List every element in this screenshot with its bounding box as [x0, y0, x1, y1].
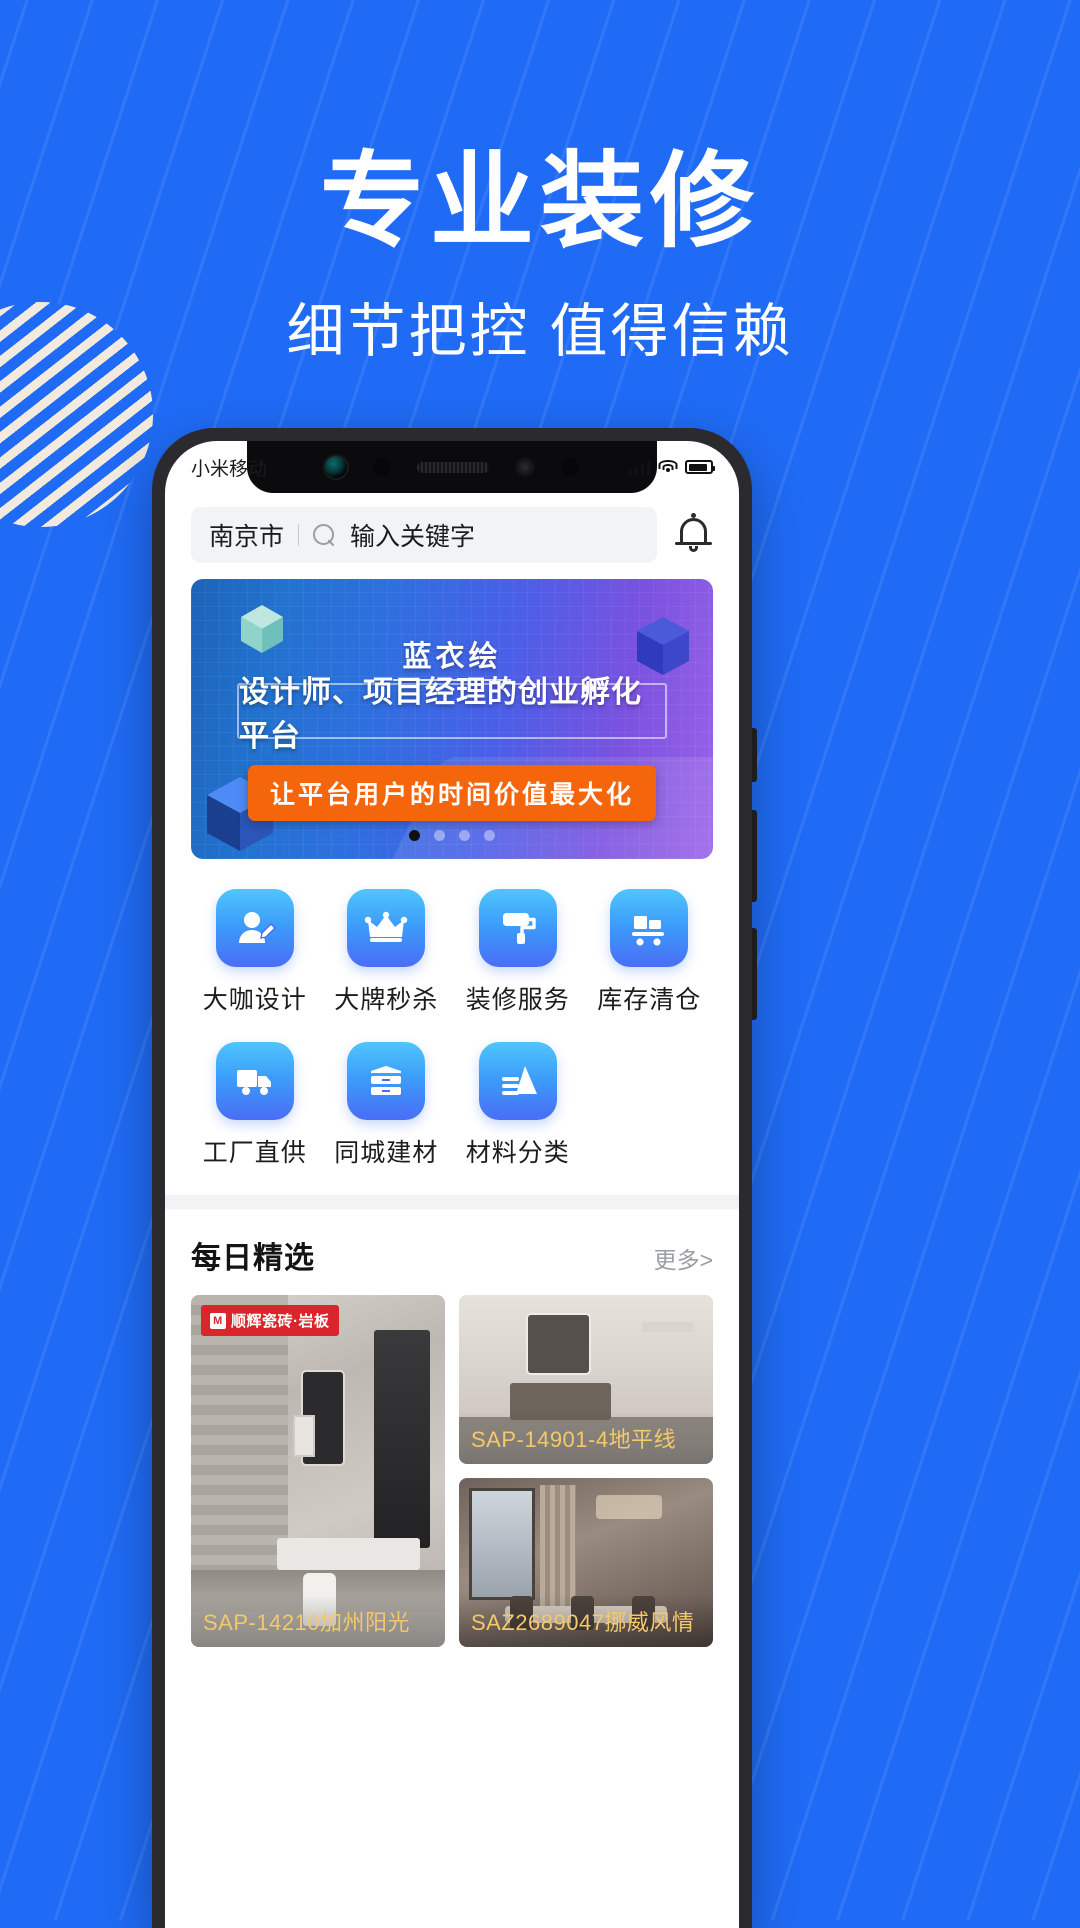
- phone-mockup: 小米移动 南京市 输入关键字 蓝衣绘 设计师、项目经理的创业孵化平台 让平台用户…: [152, 428, 757, 1928]
- carousel-dot-3[interactable]: [459, 830, 470, 841]
- carrier-label: 小米移动: [191, 458, 268, 480]
- product-card-2[interactable]: SAP-14901-4地平线: [459, 1295, 713, 1464]
- search-icon: [313, 523, 336, 547]
- bell-icon[interactable]: [671, 512, 717, 558]
- hero-title: 专业装修: [319, 144, 760, 260]
- category-item-material-category[interactable]: 材料分类: [452, 1042, 584, 1169]
- category-item-flash-sale[interactable]: 大牌秒杀: [321, 889, 453, 1016]
- brand-badge-label: 顺辉瓷砖·岩板: [231, 1313, 330, 1330]
- app-screen: 南京市 输入关键字 蓝衣绘 设计师、项目经理的创业孵化平台 让平台用户的时间价值…: [165, 493, 739, 1928]
- bottom-spacer: [191, 1647, 713, 1663]
- wifi-icon: [658, 459, 677, 475]
- crown-icon: [347, 889, 426, 967]
- hero-subtitle: 细节把控 值得信赖: [286, 299, 794, 365]
- category-grid: 大咖设计 大牌秒杀 装修服务 库存清仓 工厂直供 同城建材 材料分类: [165, 859, 739, 1195]
- phone-side-button-mute: [752, 728, 757, 782]
- banner-cta-button[interactable]: 让平台用户的时间价值最大化: [247, 765, 657, 821]
- phone-side-button-volume-down: [752, 928, 757, 1020]
- category-label: 同城建材: [334, 1139, 439, 1167]
- status-bar-indicators: [628, 459, 715, 475]
- city-selector[interactable]: 南京市: [209, 517, 284, 553]
- picks-column-right: SAP-14901-4地平线 SAZ2689047挪威风情: [459, 1295, 713, 1647]
- section-divider: [165, 1195, 739, 1209]
- promo-banner[interactable]: 蓝衣绘 设计师、项目经理的创业孵化平台 让平台用户的时间价值最大化: [191, 579, 713, 859]
- product-caption: SAP-14901-4地平线: [459, 1412, 713, 1464]
- banner-headline: 设计师、项目经理的创业孵化平台: [237, 676, 667, 753]
- phone-screen: 小米移动 南京市 输入关键字 蓝衣绘 设计师、项目经理的创业孵化平台 让平台用户…: [165, 441, 739, 1928]
- search-row: 南京市 输入关键字: [165, 493, 739, 579]
- product-caption: SAP-14210加州阳光: [191, 1595, 445, 1647]
- daily-picks-section: 每日精选 更多> M 顺辉瓷砖·岩板 SAP-14210加州阳光 SAP-149…: [165, 1209, 739, 1663]
- carousel-dot-2[interactable]: [434, 830, 445, 841]
- materials-stack-icon: [347, 1042, 426, 1120]
- paint-roller-icon: [478, 889, 557, 967]
- picks-column-left: M 顺辉瓷砖·岩板 SAP-14210加州阳光: [191, 1295, 445, 1647]
- category-item-empty: [584, 1042, 716, 1169]
- category-label: 装修服务: [465, 986, 570, 1014]
- brand-badge: M 顺辉瓷砖·岩板: [201, 1305, 339, 1336]
- more-link[interactable]: 更多>: [654, 1241, 713, 1275]
- signal-bars-icon: [628, 459, 650, 475]
- designer-profile-icon: [215, 889, 294, 967]
- delivery-truck-icon: [215, 1042, 294, 1120]
- daily-picks-header: 每日精选 更多>: [191, 1233, 713, 1277]
- hero-section: 专业装修 细节把控 值得信赖: [0, 0, 1080, 368]
- section-title: 每日精选: [191, 1242, 315, 1275]
- picks-card-grid: M 顺辉瓷砖·岩板 SAP-14210加州阳光 SAP-14901-4地平线 S…: [191, 1295, 713, 1647]
- brand-badge-mark: M: [210, 1312, 226, 1329]
- product-card-1[interactable]: M 顺辉瓷砖·岩板 SAP-14210加州阳光: [191, 1295, 445, 1647]
- category-label: 工厂直供: [202, 1139, 307, 1167]
- category-label: 大咖设计: [202, 986, 307, 1014]
- phone-side-button-volume-up: [752, 810, 757, 902]
- category-item-renovation-service[interactable]: 装修服务: [452, 889, 584, 1016]
- carousel-dots[interactable]: [409, 830, 495, 841]
- carousel-dot-1[interactable]: [409, 830, 420, 841]
- carousel-dot-4[interactable]: [484, 830, 495, 841]
- category-item-clearance[interactable]: 库存清仓: [584, 889, 716, 1016]
- product-card-3[interactable]: SAZ2689047挪威风情: [459, 1478, 713, 1647]
- product-caption: SAZ2689047挪威风情: [459, 1595, 713, 1647]
- search-divider: [298, 524, 300, 546]
- category-item-local-materials[interactable]: 同城建材: [321, 1042, 453, 1169]
- battery-icon: [685, 460, 715, 474]
- category-label: 大牌秒杀: [334, 986, 439, 1014]
- category-label: 库存清仓: [597, 986, 702, 1014]
- category-grid-row-2: 工厂直供 同城建材 材料分类: [189, 1042, 715, 1169]
- category-grid-row-1: 大咖设计 大牌秒杀 装修服务 库存清仓: [189, 889, 715, 1016]
- category-item-factory-direct[interactable]: 工厂直供: [189, 1042, 321, 1169]
- category-sort-icon: [478, 1042, 557, 1120]
- category-label: 材料分类: [465, 1139, 570, 1167]
- search-input[interactable]: 输入关键字: [350, 517, 475, 553]
- status-bar: 小米移动: [165, 441, 739, 493]
- warehouse-cart-icon: [610, 889, 689, 967]
- category-item-designer[interactable]: 大咖设计: [189, 889, 321, 1016]
- search-bar[interactable]: 南京市 输入关键字: [191, 507, 657, 563]
